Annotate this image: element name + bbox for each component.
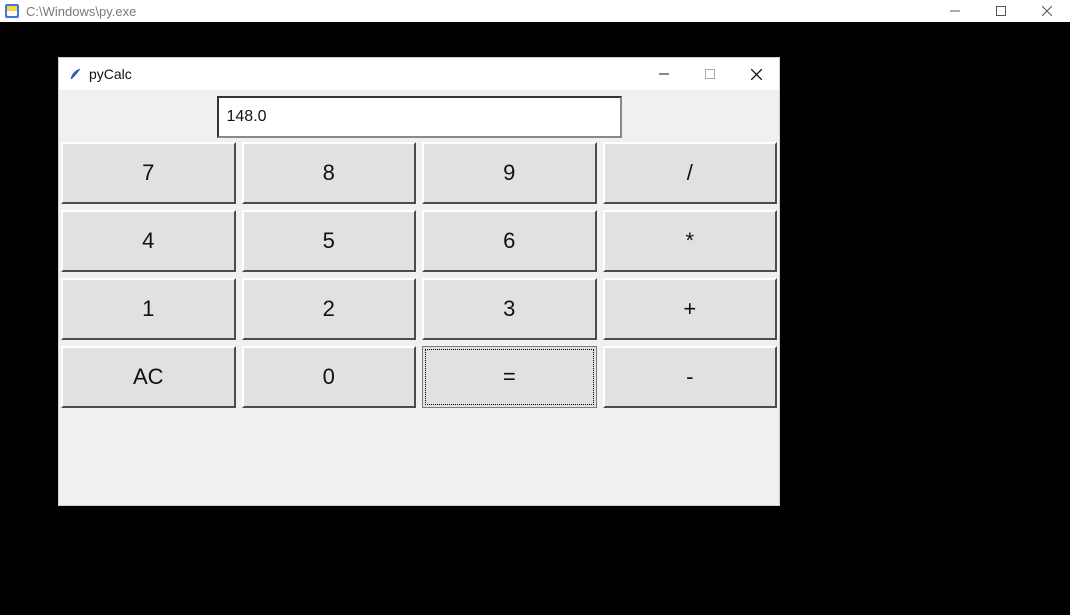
digit-1-button[interactable]: 1 bbox=[61, 278, 236, 340]
console-maximize-button[interactable] bbox=[978, 0, 1024, 22]
python-launcher-icon bbox=[4, 3, 20, 19]
digit-5-button[interactable]: 5 bbox=[242, 210, 417, 272]
plus-button[interactable]: + bbox=[603, 278, 778, 340]
digit-6-button[interactable]: 6 bbox=[422, 210, 597, 272]
display-entry[interactable] bbox=[217, 96, 622, 138]
console-close-button[interactable] bbox=[1024, 0, 1070, 22]
digit-9-button[interactable]: 9 bbox=[422, 142, 597, 204]
display-row bbox=[59, 90, 779, 138]
digit-7-button[interactable]: 7 bbox=[61, 142, 236, 204]
tk-feather-icon bbox=[67, 66, 83, 82]
pycalc-window: pyCalc 7 8 9 / 4 5 6 bbox=[58, 57, 780, 506]
digit-8-button[interactable]: 8 bbox=[242, 142, 417, 204]
console-title: C:\Windows\py.exe bbox=[26, 4, 136, 19]
digit-3-button[interactable]: 3 bbox=[422, 278, 597, 340]
all-clear-button[interactable]: AC bbox=[61, 346, 236, 408]
pycalc-body: 7 8 9 / 4 5 6 * 1 2 3 + AC 0 = - bbox=[59, 90, 779, 505]
divide-button[interactable]: / bbox=[603, 142, 778, 204]
pycalc-close-button[interactable] bbox=[733, 58, 779, 90]
digit-4-button[interactable]: 4 bbox=[61, 210, 236, 272]
digit-0-button[interactable]: 0 bbox=[242, 346, 417, 408]
digit-2-button[interactable]: 2 bbox=[242, 278, 417, 340]
pycalc-minimize-button[interactable] bbox=[641, 58, 687, 90]
pycalc-maximize-button[interactable] bbox=[687, 58, 733, 90]
console-titlebar: C:\Windows\py.exe bbox=[0, 0, 1070, 22]
button-grid: 7 8 9 / 4 5 6 * 1 2 3 + AC 0 = - bbox=[59, 138, 779, 408]
multiply-button[interactable]: * bbox=[603, 210, 778, 272]
pycalc-titlebar: pyCalc bbox=[59, 58, 779, 90]
console-client-area: pyCalc 7 8 9 / 4 5 6 bbox=[0, 22, 1070, 615]
pycalc-title: pyCalc bbox=[89, 66, 132, 82]
console-minimize-button[interactable] bbox=[932, 0, 978, 22]
minus-button[interactable]: - bbox=[603, 346, 778, 408]
equals-button[interactable]: = bbox=[422, 346, 597, 408]
